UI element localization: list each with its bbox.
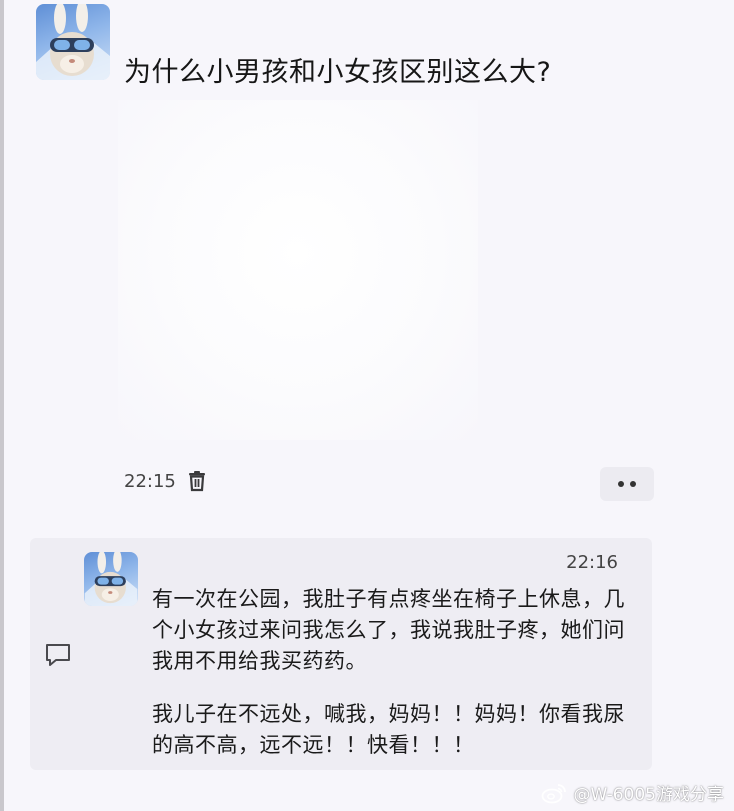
reply-avatar[interactable] bbox=[84, 552, 138, 606]
reply-card: 22:16 有一次在公园，我肚子有点疼坐在椅子上休息，几个小女孩过来问我怎么了，… bbox=[30, 538, 652, 770]
more-options-button[interactable] bbox=[600, 467, 654, 501]
page: 为什么小男孩和小女孩区别这么大? 22:15 22:16 有一次在公园，我肚子有… bbox=[0, 0, 734, 811]
comment-bubble-icon[interactable] bbox=[44, 642, 72, 668]
window-edge bbox=[0, 0, 4, 811]
post-avatar[interactable] bbox=[36, 4, 110, 80]
more-dots-icon bbox=[630, 481, 636, 487]
reply-body: 有一次在公园，我肚子有点疼坐在椅子上休息，几个小女孩过来问我怎么了，我说我肚子疼… bbox=[152, 584, 630, 761]
post-time: 22:15 bbox=[124, 470, 176, 492]
post-meta: 22:15 bbox=[124, 470, 208, 492]
post-image[interactable] bbox=[118, 100, 478, 440]
trash-icon[interactable] bbox=[186, 470, 208, 492]
rabbit-avatar-icon bbox=[84, 552, 138, 606]
reply-paragraph: 有一次在公园，我肚子有点疼坐在椅子上休息，几个小女孩过来问我怎么了，我说我肚子疼… bbox=[152, 587, 625, 673]
reply-paragraph: 我儿子在不远处，喊我，妈妈！！妈妈！你看我尿的高不高，远不远！！快看！！！ bbox=[152, 702, 625, 757]
rabbit-avatar-icon bbox=[36, 4, 110, 80]
post-title: 为什么小男孩和小女孩区别这么大? bbox=[124, 57, 552, 88]
more-dots-icon bbox=[618, 481, 624, 487]
reply-time: 22:16 bbox=[566, 552, 618, 573]
weibo-icon bbox=[542, 783, 567, 803]
watermark-text: @W-6005游戏分享 bbox=[573, 785, 724, 805]
watermark: @W-6005游戏分享 bbox=[541, 780, 724, 805]
